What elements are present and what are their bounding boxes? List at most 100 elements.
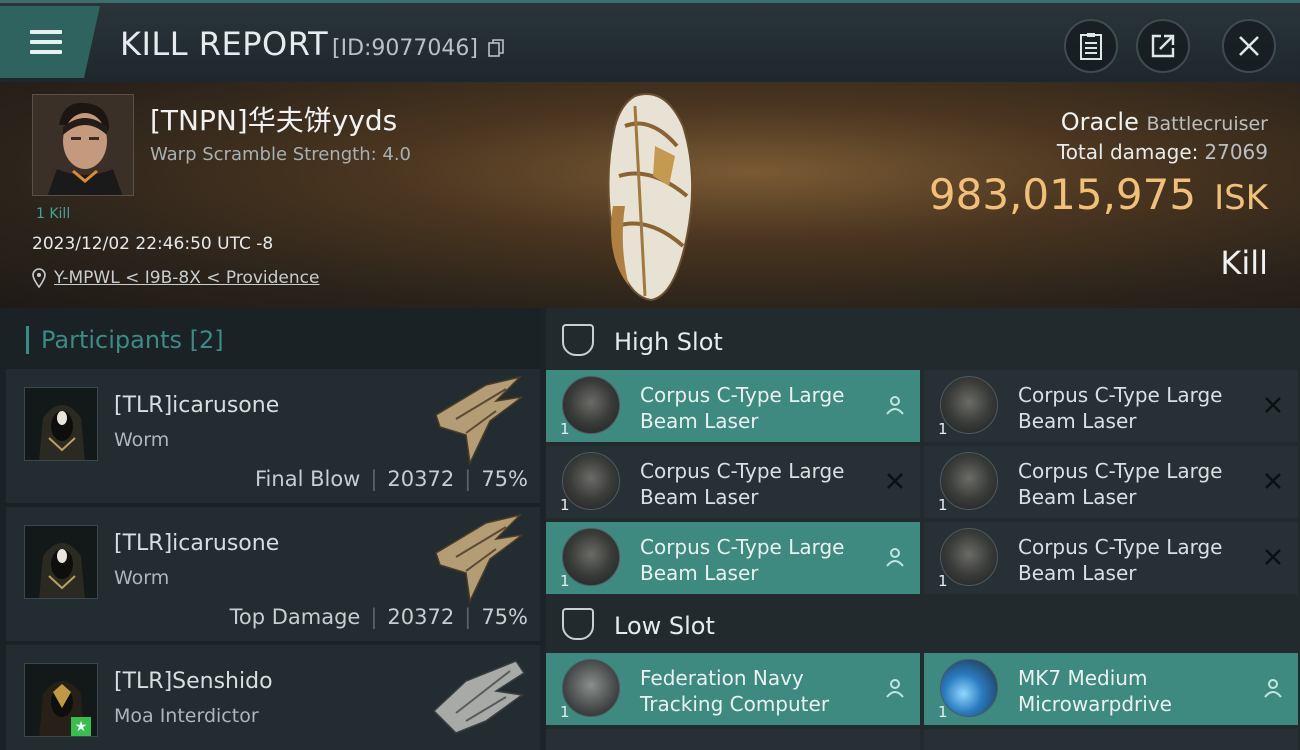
module-name: Corpus C-Type Large Beam Laser bbox=[640, 535, 845, 585]
close-icon bbox=[1239, 36, 1259, 56]
user-icon bbox=[886, 679, 904, 698]
beam-laser-icon bbox=[562, 376, 620, 434]
module-item[interactable] bbox=[546, 729, 920, 750]
share-button[interactable] bbox=[1136, 19, 1190, 73]
module-item[interactable]: 1 Corpus C-Type Large Beam Laser bbox=[546, 370, 920, 442]
oracle-ship-icon bbox=[607, 93, 694, 302]
report-id: [ID:9077046] bbox=[332, 36, 478, 61]
destroyed-icon bbox=[1265, 549, 1281, 565]
isk-value: 983,015,975 ISK bbox=[929, 170, 1268, 219]
user-icon bbox=[886, 396, 904, 415]
clipboard-button[interactable] bbox=[1064, 19, 1118, 73]
hooded-pilot-icon bbox=[25, 526, 97, 598]
module-name: Corpus C-Type Large Beam Laser bbox=[1018, 459, 1223, 509]
participants-title: Participants [2] bbox=[26, 326, 224, 354]
victim-ship[interactable]: Oracle Battlecruiser bbox=[1061, 108, 1268, 136]
participant-ship: Worm bbox=[114, 567, 170, 589]
high-slot-icon bbox=[562, 324, 594, 356]
moa-ship-icon bbox=[432, 660, 526, 734]
isk-unit: ISK bbox=[1214, 178, 1268, 218]
clipboard-icon bbox=[1080, 33, 1102, 60]
total-damage: Total damage: 27069 bbox=[1057, 140, 1268, 164]
destroyed-icon bbox=[887, 473, 903, 489]
module-qty: 1 bbox=[560, 703, 570, 721]
participant-avatar bbox=[24, 387, 98, 461]
user-icon bbox=[886, 548, 904, 567]
module-item[interactable]: 1 Corpus C-Type Large Beam Laser bbox=[924, 370, 1298, 442]
module-qty: 1 bbox=[560, 420, 570, 438]
participant-ship: Worm bbox=[114, 429, 170, 451]
participant-damage: 20372 bbox=[387, 605, 455, 629]
low-slot-icon bbox=[562, 608, 594, 640]
menu-button[interactable] bbox=[0, 6, 100, 78]
module-qty: 1 bbox=[938, 572, 948, 590]
close-button[interactable] bbox=[1222, 19, 1276, 73]
participant-ship: Moa Interdictor bbox=[114, 705, 259, 727]
menu-icon-line bbox=[30, 40, 62, 44]
kill-datetime: 2023/12/02 22:46:50 UTC -8 bbox=[32, 234, 274, 254]
participant-avatar bbox=[24, 525, 98, 599]
participant-role: Top Damage bbox=[229, 605, 361, 629]
beam-laser-icon bbox=[940, 528, 998, 586]
module-item[interactable]: 1 MK7 Medium Microwarpdrive bbox=[924, 653, 1298, 725]
beam-laser-icon bbox=[940, 376, 998, 434]
worm-ship-icon bbox=[435, 375, 523, 465]
high-slot-header: High Slot bbox=[546, 310, 1300, 370]
module-name: Corpus C-Type Large Beam Laser bbox=[1018, 383, 1223, 433]
star-icon: ★ bbox=[71, 717, 91, 736]
microwarpdrive-icon bbox=[940, 659, 998, 717]
participant-name: [TLR]icarusone bbox=[114, 531, 280, 556]
module-name: Corpus C-Type Large Beam Laser bbox=[640, 459, 845, 509]
participants-label: Participants bbox=[41, 326, 182, 354]
participant-avatar: ★ bbox=[24, 663, 98, 737]
victim-avatar[interactable] bbox=[32, 94, 134, 196]
participant-row[interactable]: [TLR]icarusone Worm Final Blow | 20372 | 75% bbox=[6, 369, 540, 503]
module-name: Corpus C-Type Large Beam Laser bbox=[1018, 535, 1223, 585]
result-label: Kill bbox=[1220, 244, 1268, 282]
worm-ship-icon bbox=[435, 513, 523, 603]
participant-damage: 20372 bbox=[387, 467, 455, 491]
hooded-pilot-icon bbox=[25, 388, 97, 460]
victim-name[interactable]: [TNPN]华夫饼yyds bbox=[150, 99, 397, 139]
module-qty: 1 bbox=[938, 496, 948, 514]
module-item[interactable]: 1 Corpus C-Type Large Beam Laser bbox=[546, 522, 920, 594]
participant-role: Final Blow bbox=[255, 467, 361, 491]
participant-name: [TLR]icarusone bbox=[114, 393, 280, 418]
module-item[interactable]: 1 Corpus C-Type Large Beam Laser bbox=[924, 522, 1298, 594]
module-qty: 1 bbox=[560, 572, 570, 590]
module-item[interactable] bbox=[924, 729, 1298, 750]
ship-class: Battlecruiser bbox=[1146, 113, 1268, 135]
location-link[interactable]: Y-MPWL < I9B-8X < Providence bbox=[54, 268, 319, 288]
destroyed-icon bbox=[1265, 473, 1281, 489]
low-slot-header: Low Slot bbox=[546, 594, 1300, 654]
module-item[interactable]: 1 Federation Navy Tracking Computer bbox=[546, 653, 920, 725]
pilot-portrait-icon bbox=[33, 95, 133, 195]
high-slot-label: High Slot bbox=[614, 328, 723, 356]
module-name: Corpus C-Type Large Beam Laser bbox=[640, 383, 845, 433]
beam-laser-icon bbox=[562, 528, 620, 586]
participant-stats: Top Damage | 20372 | 75% bbox=[229, 605, 528, 629]
module-item[interactable]: 1 Corpus C-Type Large Beam Laser bbox=[924, 446, 1298, 518]
beam-laser-icon bbox=[940, 452, 998, 510]
module-qty: 1 bbox=[938, 703, 948, 721]
total-damage-label: Total damage: bbox=[1056, 140, 1199, 164]
participant-row[interactable]: ★ [TLR]Senshido Moa Interdictor bbox=[6, 645, 540, 750]
page-title: KILL REPORT bbox=[120, 25, 329, 63]
participant-stats: Final Blow | 20372 | 75% bbox=[255, 467, 528, 491]
isk-amount: 983,015,975 bbox=[928, 170, 1197, 219]
participant-row[interactable]: [TLR]icarusone Worm Top Damage | 20372 | 75% bbox=[6, 507, 540, 641]
fitting-panel: High Slot 1 Corpus C-Type Large Beam Las… bbox=[546, 308, 1300, 750]
module-qty: 1 bbox=[938, 420, 948, 438]
location-pin-icon bbox=[32, 268, 46, 288]
copy-icon[interactable] bbox=[488, 39, 504, 57]
victim-banner: [TNPN]华夫饼yyds Warp Scramble Strength: 4.… bbox=[0, 82, 1300, 308]
participant-name: [TLR]Senshido bbox=[114, 669, 273, 694]
participant-percent: 75% bbox=[481, 605, 528, 629]
warp-scramble-strength: Warp Scramble Strength: 4.0 bbox=[150, 144, 412, 165]
menu-icon bbox=[30, 30, 62, 34]
ship-name: Oracle bbox=[1060, 108, 1139, 136]
top-bar: KILL REPORT [ID:9077046] bbox=[0, 0, 1300, 82]
module-item[interactable]: 1 Corpus C-Type Large Beam Laser bbox=[546, 446, 920, 518]
kill-count: 1 Kill bbox=[36, 206, 71, 222]
share-icon bbox=[1151, 34, 1175, 58]
